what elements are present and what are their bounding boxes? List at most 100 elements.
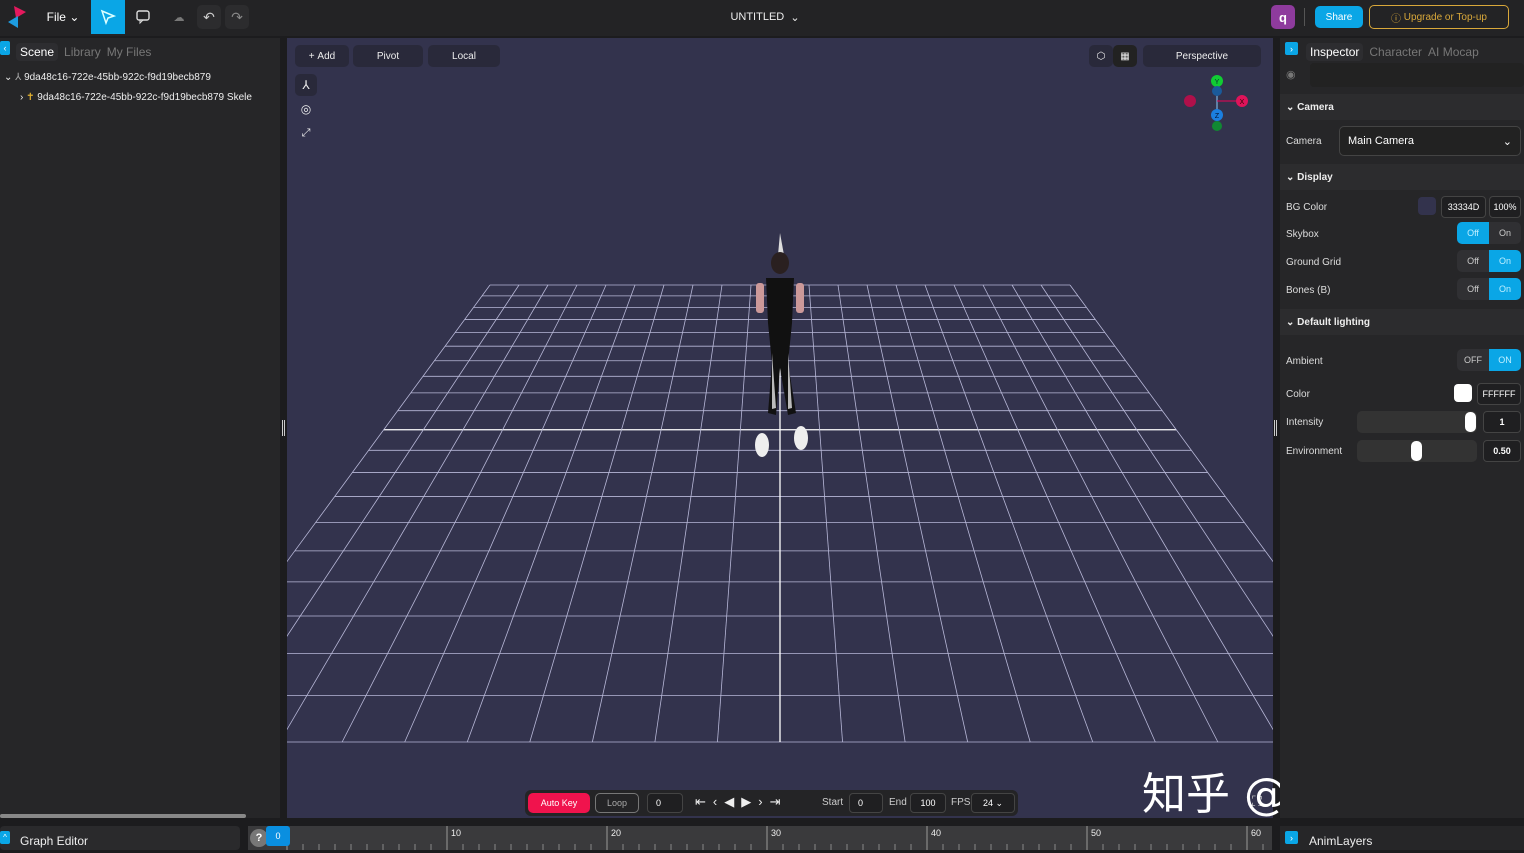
camera-select[interactable]: Main Camera ⌄	[1339, 126, 1521, 156]
tab-library[interactable]: Library	[64, 43, 101, 61]
project-title[interactable]: UNTITLED ⌄	[720, 6, 810, 28]
intensity-input[interactable]: 1	[1483, 411, 1521, 433]
bg-color-label: BG Color	[1286, 202, 1328, 213]
end-input[interactable]: 100	[910, 793, 946, 813]
grid-line	[808, 284, 843, 743]
bg-color-hex-input[interactable]: 33334D	[1441, 196, 1486, 218]
axis-gizmo[interactable]: Y X Z	[1180, 71, 1250, 135]
on-option[interactable]: ON	[1489, 349, 1521, 371]
right-resize-handle[interactable]	[1274, 420, 1277, 436]
tab-scene[interactable]: Scene	[16, 43, 59, 61]
last-frame-icon[interactable]: ⇥	[770, 794, 788, 809]
gizmo-x-label: X	[1240, 99, 1245, 106]
start-input[interactable]: 0	[849, 793, 883, 813]
visibility-eye-icon[interactable]: ◉	[1286, 68, 1296, 81]
redo-button[interactable]: ↷	[225, 5, 249, 29]
on-option[interactable]: On	[1489, 222, 1521, 244]
add-button[interactable]: + Add	[295, 45, 349, 67]
section-title: Display	[1297, 171, 1333, 183]
local-button[interactable]: Local	[428, 45, 500, 67]
tree-item-root[interactable]: ⌄ ⅄ 9da48c16-722e-45bb-922c-f9d19becb879	[4, 72, 211, 83]
environment-slider[interactable]	[1357, 440, 1477, 462]
scale-tool-button[interactable]: ⤢	[295, 122, 317, 144]
section-title: Default lighting	[1297, 316, 1370, 328]
play-reverse-icon[interactable]: ◀	[724, 794, 741, 809]
undo-button[interactable]: ↶	[197, 5, 221, 29]
skybox-toggle[interactable]: Off On	[1457, 222, 1521, 244]
avatar[interactable]: q	[1271, 5, 1295, 29]
select-tool-button[interactable]	[91, 0, 125, 34]
display-section-header[interactable]: ⌄ Display	[1280, 164, 1524, 190]
pivot-button[interactable]: Pivot	[353, 45, 423, 67]
playhead[interactable]: 0	[266, 826, 290, 846]
chevron-down-icon: ⌄	[69, 10, 80, 24]
ambient-toggle[interactable]: OFF ON	[1457, 349, 1521, 371]
intensity-value: 1	[1499, 417, 1505, 427]
3d-viewport[interactable]: + Add Pivot Local ⅄ ◎ ⤢ ⬡ ▦ Perspective …	[287, 38, 1273, 818]
anim-layers-label: AnimLayers	[1309, 834, 1373, 848]
off-option[interactable]: Off	[1457, 250, 1489, 272]
texture-button[interactable]: ▦	[1113, 45, 1137, 67]
bones-toggle[interactable]: Off On	[1457, 278, 1521, 300]
graph-editor-bar[interactable]: ^ Graph Editor	[0, 826, 240, 850]
chevron-down-icon: ⌄	[1286, 316, 1295, 328]
grid-line	[1011, 284, 1273, 731]
lighting-section-header[interactable]: ⌄ Default lighting	[1280, 309, 1524, 335]
slider-thumb[interactable]	[1411, 441, 1422, 461]
cursor-icon	[100, 9, 116, 25]
light-color-swatch[interactable]	[1454, 384, 1472, 402]
wireframe-button[interactable]: ⬡	[1089, 45, 1113, 67]
bg-opacity-input[interactable]: 100%	[1489, 196, 1521, 218]
cube-icon: ⬡	[1096, 50, 1106, 62]
bg-color-swatch[interactable]	[1418, 197, 1436, 215]
character-model[interactable]	[742, 233, 812, 458]
tab-character[interactable]: Character	[1369, 43, 1422, 61]
share-button[interactable]: Share	[1315, 6, 1363, 28]
timeline-tick-label: 50	[1091, 828, 1101, 838]
slider-thumb[interactable]	[1465, 412, 1476, 432]
tab-inspector[interactable]: Inspector	[1306, 43, 1364, 61]
tab-my-files[interactable]: My Files	[107, 43, 152, 61]
tab-ai-mocap[interactable]: AI Mocap	[1428, 43, 1479, 61]
cloud-button[interactable]: ☁	[168, 6, 190, 28]
camera-label: Camera	[1286, 136, 1322, 147]
ground-grid-toggle[interactable]: Off On	[1457, 250, 1521, 272]
camera-section-header[interactable]: ⌄ Camera	[1280, 94, 1524, 120]
chevron-up-icon[interactable]: ^	[0, 831, 10, 844]
first-frame-icon[interactable]: ⇤	[695, 794, 713, 809]
next-frame-icon[interactable]: ›	[758, 794, 769, 809]
upgrade-button[interactable]: ⓘ Upgrade or Top-up	[1369, 5, 1509, 29]
fps-select[interactable]: 24 ⌄	[971, 793, 1015, 813]
on-option[interactable]: On	[1489, 278, 1521, 300]
light-color-hex-input[interactable]: FFFFFF	[1477, 383, 1521, 405]
off-option[interactable]: Off	[1457, 278, 1489, 300]
file-menu[interactable]: File ⌄	[40, 6, 86, 28]
anim-layers-bar[interactable]: › AnimLayers	[1280, 826, 1524, 850]
rotate-tool-button[interactable]: ◎	[295, 98, 317, 120]
prev-frame-icon[interactable]: ‹	[713, 794, 724, 809]
timeline-ruler[interactable]: 10 20 30 40 50 60 ? 0	[248, 826, 1312, 850]
timeline-tick-label: 10	[451, 828, 461, 838]
chevron-right-icon: ›	[20, 92, 24, 103]
tree-item-skeleton[interactable]: › ✝ 9da48c16-722e-45bb-922c-f9d19becb879…	[20, 92, 252, 103]
comment-button[interactable]	[132, 6, 154, 28]
collapse-panel-button[interactable]: ‹	[0, 41, 10, 55]
auto-key-button[interactable]: Auto Key	[528, 793, 590, 813]
playback-bar: Auto Key Loop 0 ⇤‹◀▶›⇥ Start 0 End 100 F…	[525, 790, 1018, 816]
off-option[interactable]: Off	[1457, 222, 1489, 244]
intensity-slider[interactable]	[1357, 411, 1477, 433]
environment-input[interactable]: 0.50	[1483, 440, 1521, 462]
loop-button[interactable]: Loop	[595, 793, 639, 813]
chevron-right-icon[interactable]: ›	[1285, 831, 1298, 844]
play-icon[interactable]: ▶	[741, 794, 758, 809]
collapse-inspector-button[interactable]: ›	[1285, 42, 1298, 55]
upgrade-icon: ⓘ	[1391, 13, 1401, 25]
view-mode-button[interactable]: Perspective	[1143, 45, 1261, 67]
left-resize-handle[interactable]	[282, 420, 285, 436]
off-option[interactable]: OFF	[1457, 349, 1489, 371]
frame-input[interactable]: 0	[647, 793, 683, 813]
on-option[interactable]: On	[1489, 250, 1521, 272]
object-name-input[interactable]	[1310, 63, 1524, 87]
horizontal-scrollbar[interactable]	[0, 814, 246, 818]
move-tool-button[interactable]: ⅄	[295, 74, 317, 96]
